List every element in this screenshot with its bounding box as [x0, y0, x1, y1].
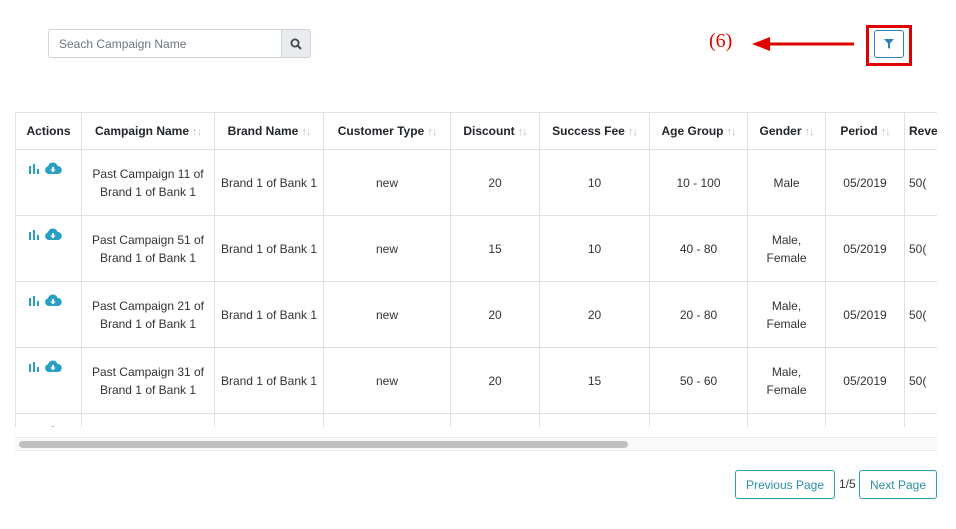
cloud-download-icon[interactable]: [44, 228, 62, 246]
table-header-row: Actions Campaign Name ↑↓ Brand Name ↑↓ Cus…: [15, 112, 937, 150]
success-fee-cell: 15: [539, 413, 650, 427]
campaign-table-container: Actions Campaign Name ↑↓ Brand Name ↑↓ Cus…: [15, 112, 937, 427]
customer-type-cell: new: [323, 347, 451, 414]
column-header-gender[interactable]: Gender ↑↓: [747, 112, 826, 150]
bar-chart-icon[interactable]: [28, 294, 40, 312]
age-group-cell: 40 - 80: [649, 215, 748, 282]
filter-button[interactable]: [874, 30, 904, 58]
actions-cell: [15, 413, 82, 427]
customer-type-cell: new: [323, 413, 451, 427]
brand-name-cell: Brand 1 of Bank 1: [214, 347, 324, 414]
actions-cell: [15, 347, 82, 414]
age-group-cell: 50 - 60: [649, 413, 748, 427]
column-header-brand-name[interactable]: Brand Name ↑↓: [214, 112, 324, 150]
search-icon: [290, 38, 302, 50]
brand-name-cell: Brand 1 of Bank 1: [214, 281, 324, 348]
sort-icon[interactable]: ↑↓: [192, 126, 202, 138]
bar-chart-icon[interactable]: [28, 162, 40, 180]
sort-icon[interactable]: ↑↓: [301, 126, 311, 138]
brand-name-cell: Brand 1 of Bank 1: [214, 413, 324, 427]
revenue-cell: 50(: [904, 149, 937, 216]
bar-chart-icon[interactable]: [28, 360, 40, 378]
campaign-name-cell: Past Campaign 41 of Brand 1 of Bank 1: [81, 413, 215, 427]
sort-icon[interactable]: ↑↓: [628, 126, 638, 138]
horizontal-scrollbar[interactable]: [15, 437, 937, 451]
table-row: Past Campaign 31 of Brand 1 of Bank 1 Bra…: [15, 347, 937, 414]
scrollbar-thumb[interactable]: [19, 441, 628, 448]
age-group-cell: 20 - 80: [649, 281, 748, 348]
gender-cell: Male, Female: [747, 215, 826, 282]
table-row: Past Campaign 51 of Brand 1 of Bank 1 Bra…: [15, 215, 937, 282]
cloud-download-icon[interactable]: [44, 426, 62, 427]
discount-cell: 15: [450, 215, 540, 282]
campaign-name-cell: Past Campaign 31 of Brand 1 of Bank 1: [81, 347, 215, 414]
actions-cell: [15, 215, 82, 282]
column-header-campaign-name[interactable]: Campaign Name ↑↓: [81, 112, 215, 150]
revenue-cell: 50(: [904, 215, 937, 282]
table-row: Past Campaign 21 of Brand 1 of Bank 1 Bra…: [15, 281, 937, 348]
column-header-discount[interactable]: Discount ↑↓: [450, 112, 540, 150]
customer-type-cell: new: [323, 149, 451, 216]
column-header-period[interactable]: Period ↑↓: [825, 112, 905, 150]
discount-cell: 20: [450, 347, 540, 414]
sort-icon[interactable]: ↑↓: [881, 126, 891, 138]
cloud-download-icon[interactable]: [44, 294, 62, 312]
previous-page-button[interactable]: Previous Page: [735, 470, 835, 499]
campaign-name-cell: Past Campaign 11 of Brand 1 of Bank 1: [81, 149, 215, 216]
column-header-actions: Actions: [15, 112, 82, 150]
discount-cell: 20: [450, 281, 540, 348]
discount-cell: 20: [450, 149, 540, 216]
discount-cell: 20: [450, 413, 540, 427]
customer-type-cell: new: [323, 215, 451, 282]
column-header-age-group[interactable]: Age Group ↑↓: [649, 112, 748, 150]
success-fee-cell: 10: [539, 215, 650, 282]
actions-cell: [15, 149, 82, 216]
campaign-table: Actions Campaign Name ↑↓ Brand Name ↑↓ Cus…: [15, 112, 937, 427]
customer-type-cell: new: [323, 281, 451, 348]
brand-name-cell: Brand 1 of Bank 1: [214, 215, 324, 282]
period-cell: 05/2019: [825, 281, 905, 348]
sort-icon[interactable]: ↑↓: [805, 126, 815, 138]
actions-cell: [15, 281, 82, 348]
gender-cell: Male, Female: [747, 413, 826, 427]
column-header-revenue[interactable]: Reve: [904, 112, 937, 150]
cloud-download-icon[interactable]: [44, 162, 62, 180]
revenue-cell: 50(: [904, 413, 937, 427]
revenue-cell: 50(: [904, 347, 937, 414]
filter-icon: [884, 39, 894, 49]
annotation-label: (6): [709, 30, 733, 52]
gender-cell: Male, Female: [747, 281, 826, 348]
success-fee-cell: 10: [539, 149, 650, 216]
column-header-success-fee[interactable]: Success Fee ↑↓: [539, 112, 650, 150]
success-fee-cell: 20: [539, 281, 650, 348]
next-page-button[interactable]: Next Page: [859, 470, 937, 499]
bar-chart-icon[interactable]: [28, 228, 40, 246]
sort-icon[interactable]: ↑↓: [427, 126, 437, 138]
age-group-cell: 50 - 60: [649, 347, 748, 414]
sort-icon[interactable]: ↑↓: [727, 126, 737, 138]
period-cell: 05/2019: [825, 347, 905, 414]
cloud-download-icon[interactable]: [44, 360, 62, 378]
age-group-cell: 10 - 100: [649, 149, 748, 216]
search-input[interactable]: [48, 29, 281, 58]
column-header-customer-type[interactable]: Customer Type ↑↓: [323, 112, 451, 150]
period-cell: 05/2019: [825, 215, 905, 282]
revenue-cell: 50(: [904, 281, 937, 348]
period-cell: 05/2019: [825, 149, 905, 216]
brand-name-cell: Brand 1 of Bank 1: [214, 149, 324, 216]
gender-cell: Male, Female: [747, 347, 826, 414]
campaign-name-cell: Past Campaign 51 of Brand 1 of Bank 1: [81, 215, 215, 282]
page-indicator: 1/5: [839, 477, 856, 491]
campaign-name-cell: Past Campaign 21 of Brand 1 of Bank 1: [81, 281, 215, 348]
gender-cell: Male: [747, 149, 826, 216]
table-row: Past Campaign 11 of Brand 1 of Bank 1 Bra…: [15, 149, 937, 216]
success-fee-cell: 15: [539, 347, 650, 414]
search-bar: [48, 29, 311, 58]
annotation-arrow-icon: [752, 37, 854, 51]
sort-icon[interactable]: ↑↓: [518, 126, 528, 138]
table-row: Past Campaign 41 of Brand 1 of Bank 1Bra…: [15, 413, 937, 427]
search-button[interactable]: [281, 29, 311, 58]
period-cell: 05/2019: [825, 413, 905, 427]
bar-chart-icon[interactable]: [28, 426, 40, 427]
